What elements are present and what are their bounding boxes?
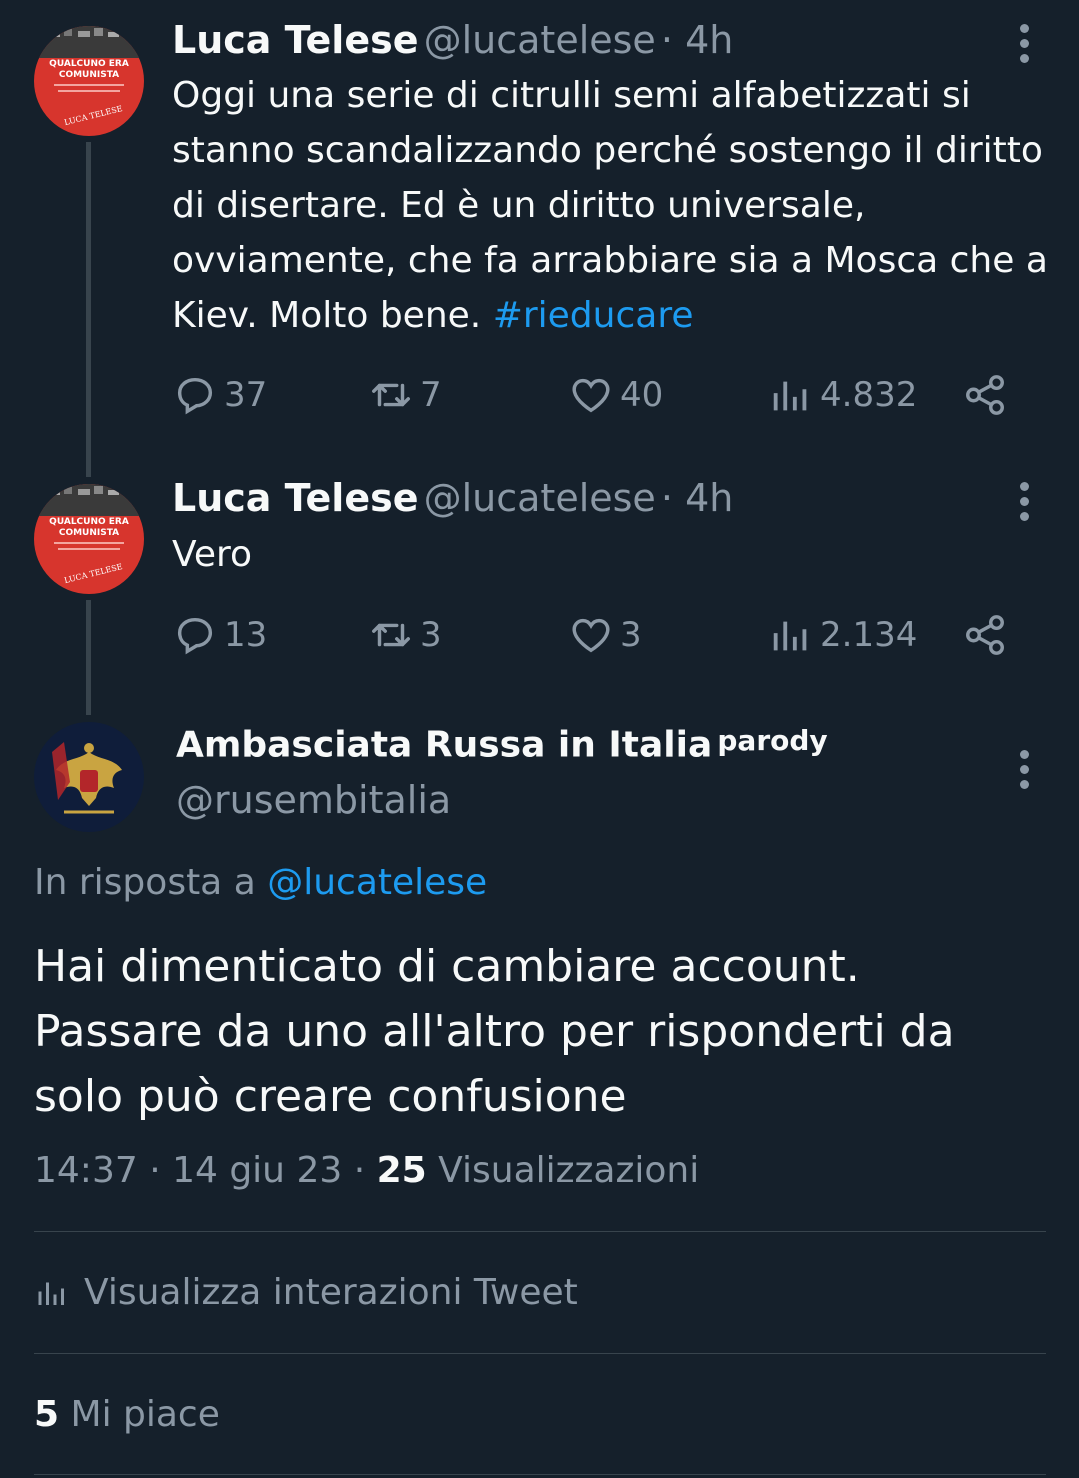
tweet-meta: 14:37 · 14 giu 23 · 25 Visualizzazioni [34, 1150, 699, 1191]
reply-button[interactable]: 13 [172, 612, 267, 658]
reply-count: 13 [224, 615, 268, 655]
share-button[interactable] [962, 372, 1008, 418]
more-icon [1019, 750, 1029, 759]
divider [34, 1474, 1046, 1475]
thread-line-1 [86, 142, 91, 477]
tweet-text: Oggi una serie di citrulli semi alfabeti… [172, 75, 1048, 336]
book-cover-avatar-image: QUALCUNO ERA COMUNISTA LUCA TELESE [34, 26, 144, 136]
eagle-emblem-avatar-image [34, 722, 144, 832]
svg-text:COMUNISTA: COMUNISTA [59, 70, 119, 80]
more-options-button[interactable] [1017, 750, 1031, 795]
tweet-time[interactable]: · 4h [661, 476, 733, 520]
tweet-time[interactable]: · 4h [661, 18, 733, 62]
svg-text:COMUNISTA: COMUNISTA [59, 528, 119, 538]
views-label: Visualizzazioni [438, 1150, 700, 1191]
view-interactions-label: Visualizza interazioni Tweet [84, 1272, 578, 1313]
retweet-icon [372, 623, 410, 647]
book-cover-avatar-image: QUALCUNO ERA COMUNISTA LUCA TELESE [34, 484, 144, 594]
reply-to-mention[interactable]: @lucatelese [267, 862, 487, 903]
likes-label: Mi piace [70, 1394, 220, 1435]
thread-line-2 [86, 600, 91, 715]
more-icon [1019, 482, 1029, 491]
tweet-header: Luca Telese @lucatelese · 4h [172, 18, 733, 62]
author-handle[interactable]: @lucatelese [424, 18, 656, 62]
views-icon [773, 381, 807, 411]
like-count: 40 [620, 375, 664, 415]
tweet-header: Ambasciata Russa in Italia parody [176, 724, 828, 765]
author-handle[interactable]: @rusembitalia [176, 778, 451, 822]
author-name[interactable]: Luca Telese [172, 18, 419, 62]
reply-button[interactable]: 37 [172, 372, 267, 418]
reply-count: 37 [224, 375, 268, 415]
timestamp[interactable]: 14:37 · 14 giu 23 · [34, 1150, 365, 1191]
views-icon [773, 621, 807, 651]
reply-icon [177, 377, 213, 415]
views-count: 4.832 [820, 375, 918, 415]
avatar[interactable] [34, 722, 144, 832]
like-count: 3 [620, 615, 642, 655]
avatar[interactable]: QUALCUNO ERA COMUNISTA LUCA TELESE [34, 484, 144, 594]
author-handle[interactable]: @lucatelese [424, 476, 656, 520]
views-button[interactable]: 2.134 [768, 612, 917, 658]
main-tweet-text: Hai dimenticato di cambiare account. Pas… [34, 941, 955, 1122]
share-icon [966, 375, 1004, 415]
divider [34, 1353, 1046, 1354]
heart-icon [572, 378, 610, 413]
views-count: 25 [376, 1150, 427, 1191]
more-options-button[interactable] [1017, 24, 1031, 69]
author-name[interactable]: Ambasciata Russa in Italia [176, 724, 712, 765]
svg-text:QUALCUNO ERA: QUALCUNO ERA [49, 59, 129, 69]
tweet-text: Vero [172, 534, 253, 575]
divider [34, 1231, 1046, 1232]
reply-context: In risposta a @lucatelese [34, 862, 488, 903]
like-button[interactable]: 3 [568, 612, 642, 658]
like-button[interactable]: 40 [568, 372, 663, 418]
more-options-button[interactable] [1017, 482, 1031, 527]
share-button[interactable] [962, 612, 1008, 658]
svg-text:QUALCUNO ERA: QUALCUNO ERA [49, 517, 129, 527]
reply-icon [177, 617, 213, 655]
likes-count: 5 [34, 1394, 60, 1435]
likes-summary[interactable]: 5 Mi piace [34, 1394, 220, 1435]
views-button[interactable]: 4.832 [768, 372, 917, 418]
share-icon [966, 615, 1004, 655]
retweet-count: 7 [420, 375, 442, 415]
views-icon [38, 1282, 64, 1305]
tweet-header: Luca Telese @lucatelese · 4h [172, 476, 733, 520]
views-count: 2.134 [820, 615, 918, 655]
hashtag-link[interactable]: #rieducare [493, 295, 694, 336]
retweet-count: 3 [420, 615, 442, 655]
parody-badge: parody [717, 724, 828, 757]
heart-icon [572, 618, 610, 653]
avatar[interactable]: QUALCUNO ERA COMUNISTA LUCA TELESE [34, 26, 144, 136]
retweet-button[interactable]: 3 [368, 612, 442, 658]
retweet-icon [372, 383, 410, 407]
author-name[interactable]: Luca Telese [172, 476, 419, 520]
more-icon [1019, 24, 1029, 33]
retweet-button[interactable]: 7 [368, 372, 442, 418]
view-interactions-button[interactable]: Visualizza interazioni Tweet [34, 1272, 578, 1313]
